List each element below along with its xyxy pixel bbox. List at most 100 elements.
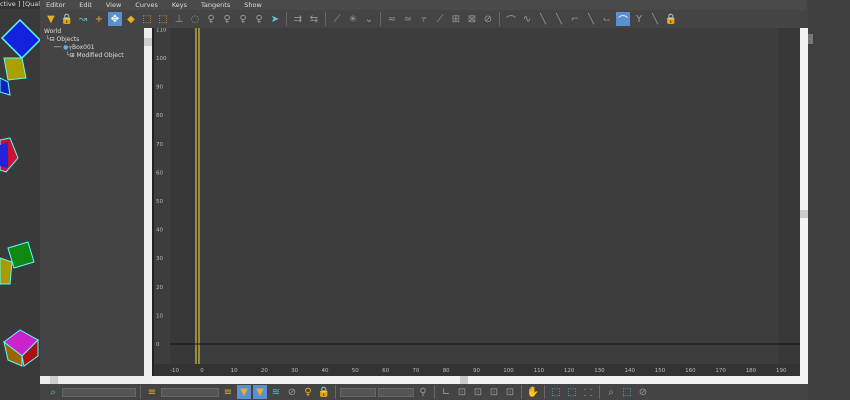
- tool-icon-5[interactable]: ≃: [401, 12, 415, 26]
- tool-b2-icon[interactable]: ⊡: [471, 385, 485, 399]
- frame-all-icon[interactable]: ⸬: [581, 385, 595, 399]
- scroll-thumb[interactable]: [144, 38, 152, 46]
- param-out-icon[interactable]: ⇉: [291, 12, 305, 26]
- tree-item-world[interactable]: World: [44, 28, 61, 35]
- y-tick-label: 40: [156, 228, 163, 234]
- selection-name-field[interactable]: [62, 387, 136, 397]
- tool-icon-6[interactable]: ⫧: [417, 12, 431, 26]
- pan-axis-icon[interactable]: ∟: [439, 385, 453, 399]
- tangent-spline-icon[interactable]: ∿: [520, 12, 534, 26]
- tangent-linear-icon[interactable]: ╲: [584, 12, 598, 26]
- tree-vertical-scrollbar[interactable]: [144, 28, 152, 376]
- toolbar-divider: [599, 385, 600, 399]
- normalize-icon[interactable]: ⚲: [416, 385, 430, 399]
- layers-icon[interactable]: ≋: [269, 385, 283, 399]
- scroll-thumb[interactable]: [460, 376, 468, 384]
- set-dropdown[interactable]: [161, 387, 219, 397]
- param-in-icon[interactable]: ⇆: [307, 12, 321, 26]
- value-field[interactable]: [378, 387, 414, 397]
- tree-item-box[interactable]: ── ●┬Box001: [54, 44, 95, 51]
- menu-keys[interactable]: Keys: [166, 0, 195, 10]
- tool-b3-icon[interactable]: ⊡: [487, 385, 501, 399]
- scale-keys-icon[interactable]: ⬚: [140, 12, 154, 26]
- x-tick-label: 40: [322, 368, 329, 374]
- tool-icon-3[interactable]: ⌄: [362, 12, 376, 26]
- lock-selection-icon[interactable]: 🔒: [317, 385, 331, 399]
- scroll-thumb[interactable]: [800, 210, 808, 218]
- zoom-selected-icon[interactable]: ⌕: [46, 385, 60, 399]
- select-arrow-icon[interactable]: ➤: [268, 12, 282, 26]
- tool-icon-7[interactable]: ⟋: [433, 12, 447, 26]
- tool-b1-icon[interactable]: ⊡: [455, 385, 469, 399]
- scroll-thumb[interactable]: [50, 376, 58, 384]
- tangent-fast-icon[interactable]: ╲: [536, 12, 550, 26]
- isolate-icon[interactable]: ⊘: [636, 385, 650, 399]
- menu-view[interactable]: View: [100, 0, 129, 10]
- add-key-icon[interactable]: +: [92, 12, 106, 26]
- x-tick-label: 100: [503, 368, 514, 374]
- menu-editor[interactable]: Editor: [40, 0, 73, 10]
- panel-handle[interactable]: [808, 34, 813, 44]
- show-tangents-icon[interactable]: ⌒: [616, 12, 630, 27]
- x-tick-label: 150: [655, 368, 666, 374]
- tree-item-objects[interactable]: └⊟ Objects: [46, 36, 79, 43]
- slide-keys-icon[interactable]: ◆: [124, 12, 138, 26]
- tool-icon-9[interactable]: ⊠: [465, 12, 479, 26]
- menu-curves[interactable]: Curves: [129, 0, 166, 10]
- x-tick-label: 170: [715, 368, 726, 374]
- show-all-icon[interactable]: ▼: [253, 385, 267, 399]
- draw-curves-icon[interactable]: ⊥: [172, 12, 186, 26]
- curve-icon[interactable]: ↝: [76, 12, 90, 26]
- tool-icon-10[interactable]: ⊘: [481, 12, 495, 26]
- tangent-auto-icon[interactable]: ⌒: [504, 12, 518, 27]
- move-keys-icon[interactable]: ✥: [108, 12, 122, 26]
- x-tick-label: 30: [291, 368, 298, 374]
- graph-canvas[interactable]: 1101009080706050403020100-10 0 10 20 30 40 50 6…: [154, 28, 802, 376]
- key-icon-4[interactable]: ♀: [252, 12, 266, 26]
- unify-tangents-icon[interactable]: ╲: [648, 12, 662, 26]
- graph-vertical-scrollbar[interactable]: [800, 28, 808, 376]
- tool-icon-2[interactable]: ✳: [346, 12, 360, 26]
- frame-horizontal-icon[interactable]: ⬚: [549, 385, 563, 399]
- x-tick-label: 60: [382, 368, 389, 374]
- side-panel: [808, 0, 850, 400]
- graph-horizontal-scrollbar[interactable]: [152, 376, 808, 384]
- reduce-keys-icon[interactable]: ◌: [188, 12, 202, 26]
- lock-tangents-icon[interactable]: 🔒: [664, 12, 678, 26]
- menu-edit[interactable]: Edit: [73, 0, 100, 10]
- tangent-step-icon[interactable]: ⌐: [568, 12, 582, 26]
- curve-graph[interactable]: 110 100 90 80 70 60 50 40 30 20 10 0 -10 0 10 20 30 40 50 6…: [152, 28, 802, 376]
- show-selected-icon[interactable]: ▼: [237, 385, 251, 399]
- y-tick-label: 100: [156, 56, 167, 62]
- tool-icon[interactable]: ⟋: [330, 12, 344, 26]
- toolbar: ▼ 🔒 ↝ + ✥ ◆ ⬚ ⬚ ⊥ ◌ ♀ ♀ ♀ ♀ ➤ ⇉ ⇆ ⟋ ✳ ⌄ …: [40, 10, 806, 28]
- filter-icon[interactable]: ▼: [44, 12, 58, 26]
- lock-icon[interactable]: 🔒: [60, 12, 74, 26]
- tool-icon-4[interactable]: ≂: [385, 12, 399, 26]
- no-entry-icon[interactable]: ⊘: [285, 385, 299, 399]
- break-tangents-icon[interactable]: Y: [632, 12, 646, 26]
- key-filter-icon[interactable]: ♀: [301, 385, 315, 399]
- frame-field[interactable]: [340, 387, 376, 397]
- key-icon-2[interactable]: ♀: [220, 12, 234, 26]
- viewport-perspective[interactable]: ctive ] [Quality: [0, 0, 40, 400]
- tangent-slow-icon[interactable]: ╲: [552, 12, 566, 26]
- zoom-region-icon[interactable]: ⬚: [620, 385, 634, 399]
- tree-horizontal-scrollbar[interactable]: [40, 376, 152, 384]
- y-tick-label: 0: [156, 342, 160, 348]
- menu-tangents[interactable]: Tangents: [195, 0, 238, 10]
- tree-item-modified[interactable]: └⊞ Modified Object: [66, 52, 124, 59]
- filter-list-icon[interactable]: ≡: [145, 385, 159, 399]
- scale-values-icon[interactable]: ⬚: [156, 12, 170, 26]
- pan-hand-icon[interactable]: ✋: [526, 385, 540, 399]
- y-tick-label: 110: [156, 28, 167, 33]
- tangent-smooth-icon[interactable]: ⌙: [600, 12, 614, 26]
- menu-show[interactable]: Show: [238, 0, 270, 10]
- key-icon[interactable]: ♀: [204, 12, 218, 26]
- filter-icon-2[interactable]: ≡: [221, 385, 235, 399]
- key-icon-3[interactable]: ♀: [236, 12, 250, 26]
- frame-values-icon[interactable]: ⬚: [565, 385, 579, 399]
- zoom-icon[interactable]: ⌕: [604, 385, 618, 399]
- tool-icon-8[interactable]: ⊞: [449, 12, 463, 26]
- tool-b4-icon[interactable]: ⊡: [503, 385, 517, 399]
